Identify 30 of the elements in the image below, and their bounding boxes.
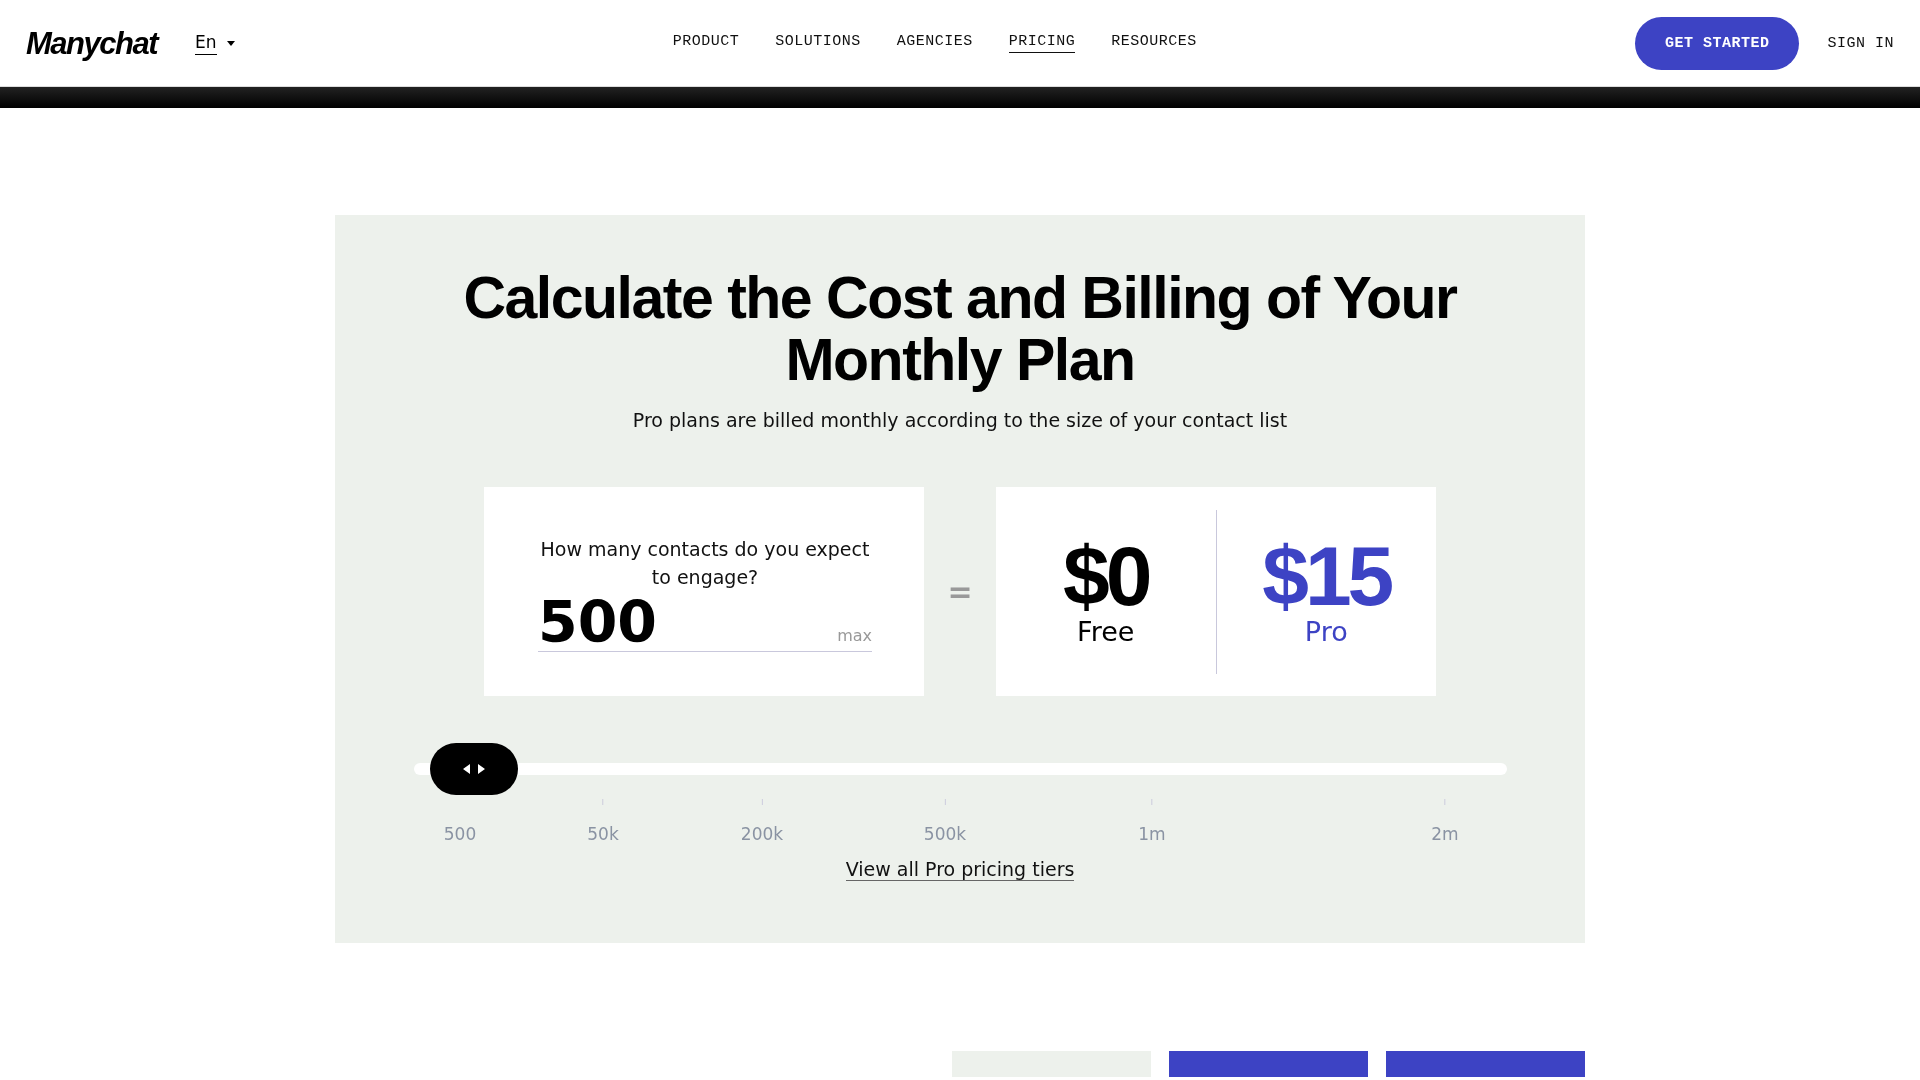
tick-label: 200k [740,824,784,844]
tick-label: 500 [443,824,477,844]
nav-link[interactable]: SOLUTIONS [775,33,861,53]
tick-label: 500k [923,824,967,844]
contacts-question: How many contacts do you expect to engage? [539,537,871,590]
get-started-button[interactable]: GET STARTED [1634,16,1800,70]
tick-label: 50k [587,824,619,844]
tick-label: 1m [1138,824,1166,844]
pricing-tiers-link[interactable]: View all Pro pricing tiers [845,858,1075,881]
nav-link[interactable]: PRICING [1008,33,1076,53]
plan-price: $0 [1063,536,1149,616]
nav-link[interactable]: AGENCIES [896,33,973,53]
plan-button[interactable] [1386,1051,1585,1077]
logo[interactable]: Manychat [26,27,157,59]
plan-price: $15 [1262,536,1391,616]
nav-link[interactable]: RESOURCES [1111,33,1197,53]
plan-name: Free [1077,616,1135,647]
arrows-icon [462,764,485,774]
contacts-input[interactable]: 500 max [538,593,872,652]
calculator-title: Calculate the Cost and Billing of Your Monthly Plan [462,267,1458,391]
sign-in-link[interactable]: SIGN IN [1827,34,1894,52]
nav-link[interactable]: PRODUCT [672,33,740,53]
caret-icon[interactable] [226,40,235,46]
language-selector[interactable]: En [195,31,217,55]
slider-handle[interactable] [429,743,518,795]
plan-name: Pro [1304,616,1348,647]
calculator-subtitle: Pro plans are billed monthly according to the size of your contact list [632,409,1288,431]
equals-sign: = [946,574,974,609]
tick-label: 2m [1431,824,1459,844]
plan-button[interactable] [1169,1051,1368,1077]
